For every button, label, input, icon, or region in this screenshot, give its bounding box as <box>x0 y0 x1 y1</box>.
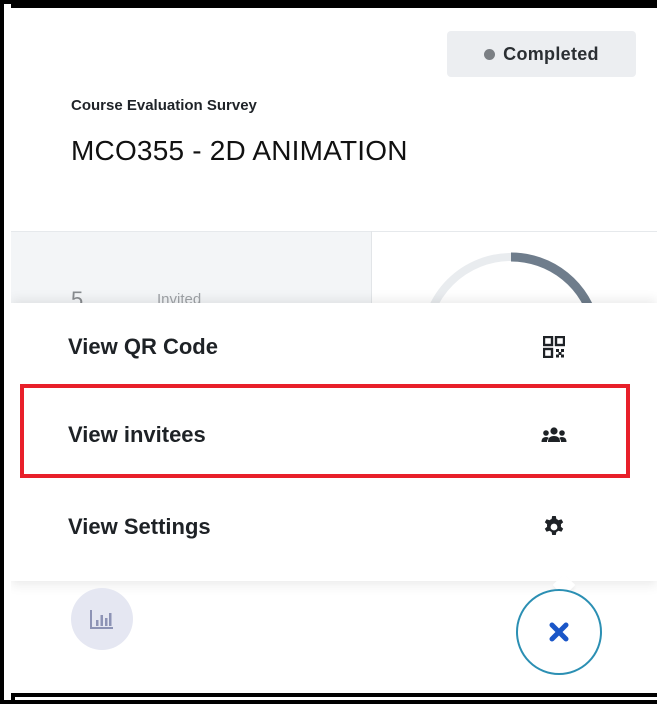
gear-icon <box>541 514 567 540</box>
qr-code-icon <box>541 334 567 360</box>
menu-item-view-invitees[interactable]: View invitees <box>11 391 657 479</box>
survey-type: Course Evaluation Survey <box>71 97 257 114</box>
close-icon <box>549 622 569 642</box>
results-chart-button[interactable] <box>71 588 133 650</box>
survey-card: Completed Course Evaluation Survey MCO35… <box>11 11 657 697</box>
menu-item-label: View QR Code <box>68 334 218 359</box>
bar-chart-icon <box>90 610 113 629</box>
survey-title: MCO355 - 2D ANIMATION <box>71 135 408 166</box>
status-badge: Completed <box>447 31 636 77</box>
actions-menu: View QR Code View invitees View Settings <box>11 303 657 581</box>
users-icon <box>541 422 567 448</box>
menu-item-label: View invitees <box>68 422 206 447</box>
status-label: Completed <box>503 43 599 64</box>
menu-item-label: View Settings <box>68 514 211 539</box>
status-dot-icon <box>484 48 496 60</box>
menu-item-view-settings[interactable]: View Settings <box>11 483 657 571</box>
close-menu-button[interactable] <box>516 589 602 675</box>
menu-item-view-qr-code[interactable]: View QR Code <box>11 303 657 391</box>
